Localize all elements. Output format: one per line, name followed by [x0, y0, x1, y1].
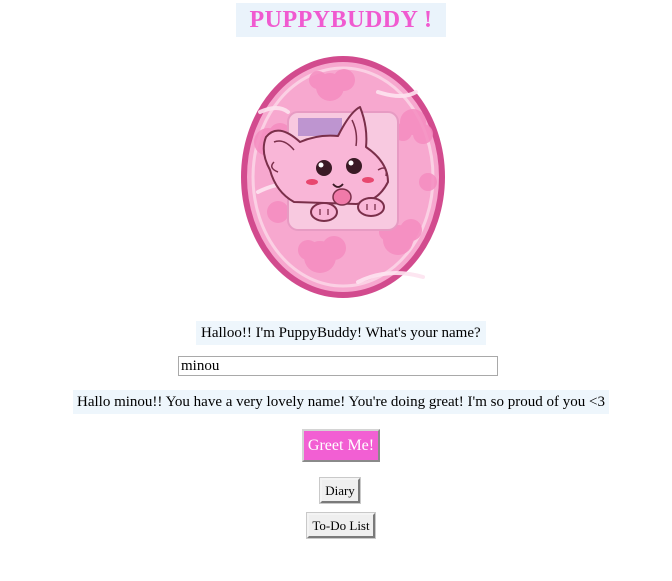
greeting-prompt: Halloo!! I'm PuppyBuddy! What's your nam… — [196, 321, 486, 345]
greet-me-button[interactable]: Greet Me! — [302, 429, 380, 462]
page-title: PUPPYBUDDY ! — [236, 3, 446, 37]
todo-list-button[interactable]: To-Do List — [306, 512, 376, 539]
diary-button[interactable]: Diary — [319, 477, 361, 504]
puppy-egg-icon — [238, 52, 448, 302]
name-input[interactable] — [178, 356, 498, 376]
greeting-message: Hallo minou!! You have a very lovely nam… — [73, 390, 609, 414]
page: PUPPYBUDDY ! Halloo!! I'm PuppyBuddy! Wh… — [0, 0, 672, 581]
